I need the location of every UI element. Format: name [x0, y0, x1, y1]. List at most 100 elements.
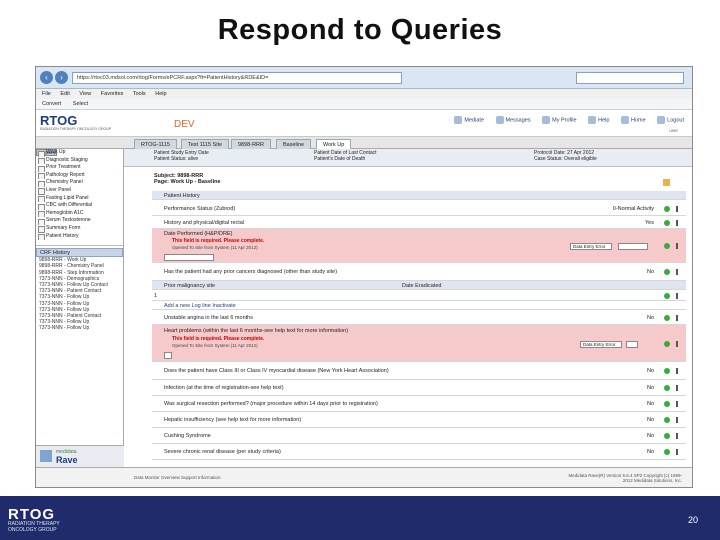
mediate-icon — [454, 116, 463, 124]
logout-link[interactable]: Logout — [657, 116, 684, 124]
edit-icon — [676, 401, 678, 407]
check-icon — [664, 220, 670, 226]
form-row: Cushing Syndrome No — [152, 428, 686, 444]
log-row: 1 — [152, 290, 686, 301]
edit-icon — [676, 220, 678, 226]
status-left: Data Monitor Overview Support Informatio… — [134, 475, 221, 480]
menu-tools[interactable]: Tools — [133, 91, 146, 97]
form-row: Unstable angina in the last 6 months No — [152, 310, 686, 325]
tab-subject[interactable]: 9898-RRR — [231, 139, 271, 149]
query-message: This field is required. Please complete.… — [172, 238, 265, 250]
menu-view[interactable]: View — [79, 91, 91, 97]
check-icon — [664, 417, 670, 423]
radio-input[interactable] — [164, 352, 172, 359]
sidebar-item[interactable]: Work Up — [36, 149, 123, 157]
patient-death-date: Patient's Date of Death — [314, 155, 366, 162]
tab-form[interactable]: Work Up — [316, 139, 352, 149]
sidebar-item[interactable]: Pathology Report — [36, 172, 123, 180]
url-input[interactable]: https://rtoc03.mdsol.com/rtog/Forms/ePCR… — [72, 72, 402, 84]
rtog-logo-sub: RADIATION THERAPY ONCOLOGY GROUP — [40, 127, 112, 131]
form-row: Performance Status (Zubrod) 0-Normal Act… — [152, 202, 686, 216]
sidebar-item[interactable]: Prior Treatment — [36, 164, 123, 172]
mediate-link[interactable]: Mediate — [454, 116, 484, 124]
query-text: This field is required. Please complete. — [172, 336, 265, 342]
query-response-input[interactable] — [626, 341, 638, 348]
tab-folder[interactable]: Baseline — [276, 139, 312, 149]
edit-icon — [676, 368, 678, 374]
sidebar-item[interactable]: Serum Testosterone — [36, 217, 123, 225]
rtog-logo: RTOG — [40, 113, 78, 128]
edit-icon — [676, 314, 678, 321]
query-reason-select[interactable]: Data Entry Error — [580, 341, 622, 348]
page-icon[interactable] — [663, 179, 670, 186]
log-header: Prior malignancy site Date Eradicated — [152, 281, 686, 290]
query-message: This field is required. Please complete.… — [172, 336, 265, 348]
sidebar-item[interactable]: Patient History — [36, 233, 123, 241]
sidebar-item[interactable]: Hemoglobin A1C — [36, 210, 123, 218]
user-label: user — [669, 128, 678, 133]
query-response-input[interactable] — [618, 243, 648, 250]
check-icon — [664, 385, 670, 391]
form-row: Hepatic insufficiency (see help text for… — [152, 412, 686, 428]
form-row: Has the patient had any prior cancers di… — [152, 263, 686, 281]
select-button[interactable]: Select — [73, 101, 88, 107]
home-link[interactable]: Home — [620, 116, 646, 124]
status-bar: Data Monitor Overview Support Informatio… — [36, 467, 692, 487]
sidebar-item[interactable]: CBC with Differential — [36, 202, 123, 210]
profile-icon — [542, 116, 551, 124]
check-icon — [664, 401, 670, 407]
back-icon[interactable]: ‹ — [40, 71, 53, 84]
help-link[interactable]: Help — [588, 116, 609, 124]
tab-study[interactable]: RTOG-1115 — [134, 139, 177, 149]
check-icon — [664, 341, 670, 347]
query-row: Heart problems (within the last 6 months… — [152, 325, 686, 362]
sidebar-item[interactable]: Summary Form — [36, 225, 123, 233]
sidebar-item[interactable]: Fasting Lipid Panel — [36, 195, 123, 203]
sidebar: Baseline Work Up Diagnostic Staging Prio… — [36, 149, 124, 467]
patient-info: Patient Study Entry Date Patient Status:… — [124, 149, 692, 167]
case-status: Case Status: Overall eligible — [534, 155, 597, 162]
sidebar-item[interactable]: Chemistry Panel — [36, 179, 123, 187]
status-right: Medidata Rave(R) Version 5.6.4 SP2 Copyr… — [568, 473, 682, 483]
menu-favorites[interactable]: Favorites — [101, 91, 124, 97]
edit-icon — [676, 449, 678, 455]
check-icon — [664, 206, 670, 212]
check-icon — [664, 433, 670, 439]
form-row: Does the patient have Class III or Class… — [152, 362, 686, 380]
messages-icon — [495, 116, 504, 124]
sidebar-item[interactable]: Diagnostic Staging — [36, 157, 123, 165]
subject-title: Subject: 9898-RRR Page: Work Up - Baseli… — [154, 173, 221, 185]
check-icon — [664, 314, 670, 321]
messages-link[interactable]: Messages — [495, 116, 531, 124]
query-reason-select[interactable]: Data Entry Error — [570, 243, 612, 250]
edit-icon — [676, 243, 678, 249]
menu-edit[interactable]: Edit — [60, 91, 69, 97]
check-icon — [664, 368, 670, 374]
logout-icon — [657, 116, 666, 124]
check-icon — [664, 449, 670, 455]
edit-icon — [676, 385, 678, 391]
add-log-line-link[interactable]: Add a new Log line Inactivate — [152, 301, 686, 310]
date-input[interactable] — [164, 254, 214, 261]
tab-site[interactable]: Test 1115 Site — [181, 139, 230, 149]
forward-icon[interactable]: › — [55, 71, 68, 84]
edit-icon — [676, 341, 678, 347]
sidebar-divider — [36, 240, 123, 247]
menu-help[interactable]: Help — [155, 91, 166, 97]
profile-link[interactable]: My Profile — [542, 116, 577, 124]
query-opened-by: Opened To Site from System (11 Apr 2012) — [172, 244, 258, 250]
edit-icon — [676, 269, 678, 275]
convert-button[interactable]: Convert — [42, 101, 61, 107]
form-row: Was surgical resection performed? (major… — [152, 396, 686, 412]
slide-footer — [0, 496, 720, 540]
sidebar-item[interactable]: Liver Panel — [36, 187, 123, 195]
help-icon — [588, 116, 597, 124]
edit-icon — [676, 206, 678, 212]
query-text: This field is required. Please complete. — [172, 238, 265, 244]
check-icon — [664, 292, 670, 299]
menu-file[interactable]: File — [42, 91, 51, 97]
form-row: Severe chronic renal disease (per study … — [152, 444, 686, 460]
history-item[interactable]: 7373-NNN - Follow Up — [36, 325, 123, 331]
medidata-rave-logo: medidata Rave — [36, 445, 124, 467]
search-input[interactable] — [576, 72, 684, 84]
